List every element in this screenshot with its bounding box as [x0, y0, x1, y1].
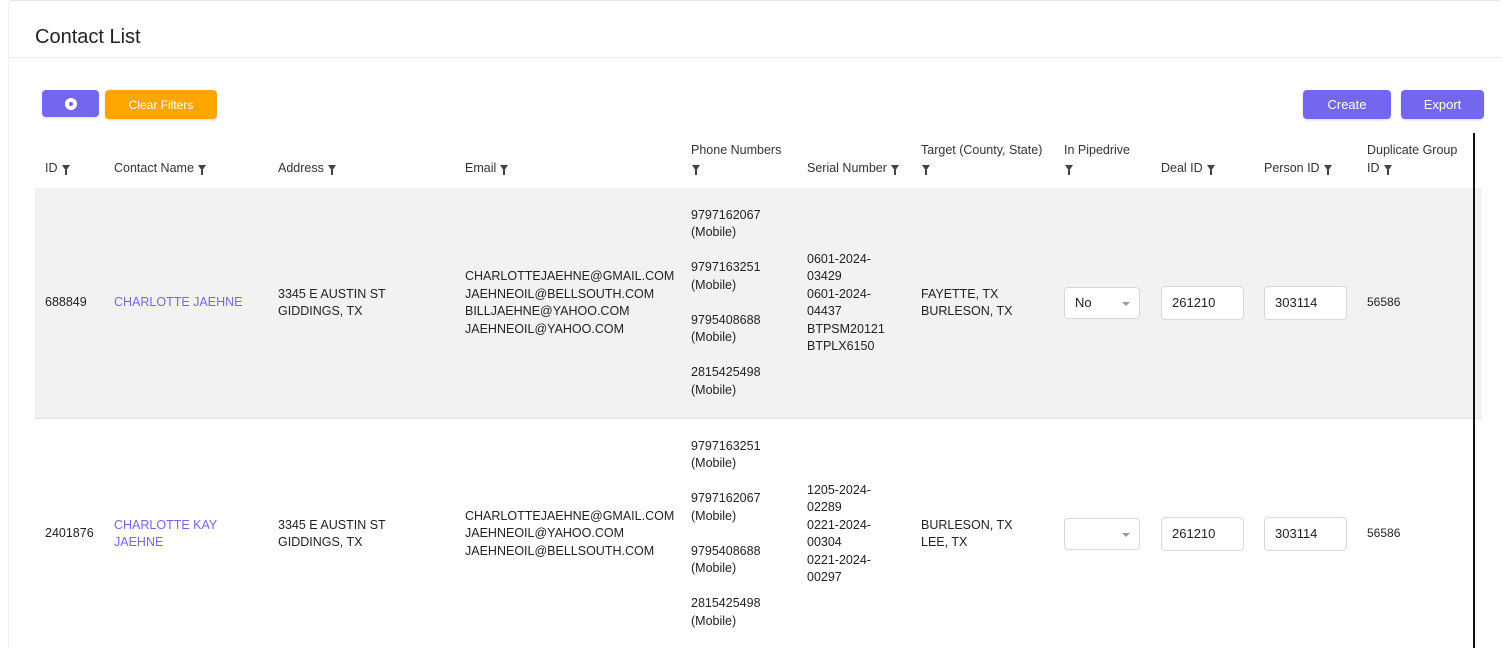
gear-icon: [66, 99, 76, 109]
contact-name-link[interactable]: CHARLOTTE KAY JAEHNE: [104, 419, 268, 649]
settings-button[interactable]: [42, 90, 99, 117]
header-deal-id: Deal ID: [1151, 139, 1254, 188]
filter-icon[interactable]: [1324, 165, 1332, 171]
filter-icon[interactable]: [198, 165, 206, 171]
cell-serial-number: 1205-2024- 02289 0221-2024- 00304 0221-2…: [797, 419, 911, 649]
header-target: Target (County, State): [911, 139, 1054, 188]
cell-person-id: 303114: [1254, 419, 1357, 649]
filter-icon[interactable]: [1384, 165, 1392, 171]
deal-id-input[interactable]: 261210: [1161, 517, 1244, 551]
header-contact-name: Contact Name: [104, 139, 268, 188]
cell-target: BURLESON, TX LEE, TX: [911, 419, 1054, 649]
person-id-input[interactable]: 303114: [1264, 286, 1347, 320]
cell-deal-id: 261210: [1151, 419, 1254, 649]
filter-icon[interactable]: [1065, 165, 1073, 171]
cell-id: 2401876: [35, 419, 104, 649]
header-person-id: Person ID: [1254, 139, 1357, 188]
deal-id-input[interactable]: 261210: [1161, 286, 1244, 320]
contacts-table: ID Contact Name Address Email Phone Numb…: [35, 139, 1482, 649]
chevron-down-icon: [1122, 533, 1130, 537]
in-pipedrive-select[interactable]: No: [1064, 287, 1140, 319]
cell-serial-number: 0601-2024- 03429 0601-2024- 04437 BTPSM2…: [797, 188, 911, 419]
table-header-row: ID Contact Name Address Email Phone Numb…: [35, 139, 1482, 188]
cell-email: CHARLOTTEJAEHNE@GMAIL.COM JAEHNEOIL@YAHO…: [455, 419, 681, 649]
table-row[interactable]: 688849 CHARLOTTE JAEHNE 3345 E AUSTIN ST…: [35, 188, 1482, 419]
in-pipedrive-value: No: [1075, 295, 1092, 310]
header-phone-numbers: Phone Numbers: [681, 139, 797, 188]
filter-icon[interactable]: [500, 165, 508, 171]
create-button[interactable]: Create: [1303, 90, 1391, 119]
contacts-table-wrapper: ID Contact Name Address Email Phone Numb…: [35, 139, 1482, 649]
table-scroll-edge: [1473, 133, 1475, 648]
cell-phone-numbers: 9797163251 (Mobile) 9797162067 (Mobile) …: [681, 419, 797, 649]
filter-icon[interactable]: [328, 165, 336, 171]
in-pipedrive-select[interactable]: [1064, 518, 1140, 550]
table-row[interactable]: 2401876 CHARLOTTE KAY JAEHNE 3345 E AUST…: [35, 419, 1482, 649]
contact-list-card: Contact List Clear Filters Create Export…: [8, 0, 1502, 649]
header-serial-number: Serial Number: [797, 139, 911, 188]
filter-icon[interactable]: [1207, 165, 1215, 171]
header-duplicate-group-id: Duplicate Group ID: [1357, 139, 1482, 188]
cell-duplicate-group-id: 56586: [1357, 419, 1482, 649]
header-in-pipedrive: In Pipedrive: [1054, 139, 1151, 188]
export-button[interactable]: Export: [1401, 90, 1484, 119]
filter-icon[interactable]: [692, 165, 700, 171]
cell-duplicate-group-id: 56586: [1357, 188, 1482, 419]
cell-deal-id: 261210: [1151, 188, 1254, 419]
cell-address: 3345 E AUSTIN ST GIDDINGS, TX: [268, 188, 455, 419]
cell-address: 3345 E AUSTIN ST GIDDINGS, TX: [268, 419, 455, 649]
header-id: ID: [35, 139, 104, 188]
header-address: Address: [268, 139, 455, 188]
cell-target: FAYETTE, TX BURLESON, TX: [911, 188, 1054, 419]
clear-filters-button[interactable]: Clear Filters: [105, 90, 217, 119]
title-divider: [9, 57, 1502, 58]
filter-icon[interactable]: [922, 165, 930, 171]
filter-icon[interactable]: [62, 165, 70, 171]
header-email: Email: [455, 139, 681, 188]
cell-in-pipedrive: [1054, 419, 1151, 649]
cell-in-pipedrive: No: [1054, 188, 1151, 419]
cell-email: CHARLOTTEJAEHNE@GMAIL.COM JAEHNEOIL@BELL…: [455, 188, 681, 419]
page-title: Contact List: [35, 26, 141, 49]
cell-phone-numbers: 9797162067 (Mobile) 9797163251 (Mobile) …: [681, 188, 797, 419]
chevron-down-icon: [1122, 302, 1130, 306]
person-id-input[interactable]: 303114: [1264, 517, 1347, 551]
cell-person-id: 303114: [1254, 188, 1357, 419]
cell-id: 688849: [35, 188, 104, 419]
contact-name-link[interactable]: CHARLOTTE JAEHNE: [104, 188, 268, 419]
filter-icon[interactable]: [891, 165, 899, 171]
